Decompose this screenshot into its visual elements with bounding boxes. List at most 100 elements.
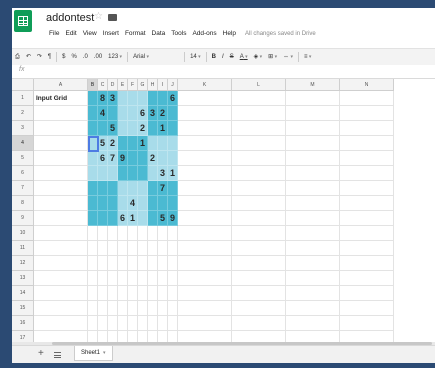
cell[interactable] — [286, 301, 340, 316]
cell[interactable] — [138, 241, 148, 256]
cell[interactable] — [108, 241, 118, 256]
text-color-button[interactable]: A — [237, 49, 251, 65]
sudoku-cell[interactable]: 3 — [108, 91, 118, 106]
cell[interactable] — [232, 136, 286, 151]
row-header-5[interactable]: 5 — [12, 151, 34, 166]
fill-color-icon[interactable]: ◈ — [251, 49, 266, 65]
cell[interactable] — [88, 241, 98, 256]
sudoku-cell[interactable] — [128, 91, 138, 106]
row-header-1[interactable]: 1 — [12, 91, 34, 106]
sudoku-cell[interactable] — [158, 151, 168, 166]
cell[interactable] — [98, 301, 108, 316]
cell[interactable] — [286, 91, 340, 106]
cell[interactable] — [178, 121, 232, 136]
cell[interactable] — [232, 316, 286, 331]
cell[interactable] — [88, 271, 98, 286]
sheet-tab[interactable]: Sheet1 ▾ — [74, 346, 113, 361]
sudoku-cell[interactable]: 5 — [108, 121, 118, 136]
cell[interactable] — [108, 286, 118, 301]
cell[interactable] — [340, 151, 394, 166]
column-header-e[interactable]: E — [118, 79, 128, 91]
row-header-13[interactable]: 13 — [12, 271, 34, 286]
sudoku-cell[interactable] — [128, 181, 138, 196]
cell[interactable] — [340, 91, 394, 106]
row-header-12[interactable]: 12 — [12, 256, 34, 271]
sudoku-cell[interactable] — [168, 136, 178, 151]
sudoku-cell[interactable]: 2 — [108, 136, 118, 151]
cell[interactable] — [128, 301, 138, 316]
cell[interactable] — [88, 286, 98, 301]
sudoku-cell[interactable]: 5 — [98, 136, 108, 151]
sudoku-cell[interactable] — [148, 211, 158, 226]
sudoku-cell[interactable] — [128, 121, 138, 136]
sudoku-cell[interactable] — [88, 151, 98, 166]
sudoku-cell[interactable]: 6 — [118, 211, 128, 226]
sudoku-cell[interactable] — [118, 136, 128, 151]
column-header-f[interactable]: F — [128, 79, 138, 91]
sudoku-cell[interactable] — [88, 211, 98, 226]
cell[interactable] — [168, 271, 178, 286]
sudoku-cell[interactable]: 5 — [158, 211, 168, 226]
sudoku-cell[interactable]: 7 — [158, 181, 168, 196]
cell[interactable] — [34, 196, 88, 211]
column-header-h[interactable]: H — [148, 79, 158, 91]
column-header-n[interactable]: N — [340, 79, 394, 91]
column-header-d[interactable]: D — [108, 79, 118, 91]
cell[interactable] — [148, 256, 158, 271]
sudoku-cell[interactable] — [158, 196, 168, 211]
sudoku-cell[interactable]: 4 — [98, 106, 108, 121]
cell[interactable] — [34, 301, 88, 316]
sudoku-cell[interactable]: 4 — [128, 196, 138, 211]
cell[interactable] — [34, 226, 88, 241]
cell[interactable] — [98, 256, 108, 271]
column-header-c[interactable]: C — [98, 79, 108, 91]
strikethrough-button[interactable]: S — [227, 49, 237, 65]
sudoku-cell[interactable] — [88, 91, 98, 106]
sudoku-cell[interactable] — [88, 181, 98, 196]
cell[interactable] — [232, 271, 286, 286]
cell[interactable] — [34, 121, 88, 136]
cell[interactable] — [178, 241, 232, 256]
sudoku-cell[interactable]: 9 — [168, 211, 178, 226]
sudoku-cell[interactable] — [118, 91, 128, 106]
sudoku-cell[interactable] — [88, 121, 98, 136]
cell[interactable] — [178, 211, 232, 226]
cell[interactable] — [148, 271, 158, 286]
row-header-10[interactable]: 10 — [12, 226, 34, 241]
sudoku-cell[interactable] — [138, 166, 148, 181]
cell[interactable] — [148, 241, 158, 256]
save-status[interactable]: All changes saved in Drive — [239, 28, 316, 40]
cell[interactable] — [34, 106, 88, 121]
cell[interactable] — [88, 301, 98, 316]
row-header-3[interactable]: 3 — [12, 121, 34, 136]
sudoku-cell[interactable]: 1 — [168, 166, 178, 181]
cell[interactable] — [34, 166, 88, 181]
cell[interactable] — [138, 301, 148, 316]
cell[interactable] — [232, 166, 286, 181]
cell[interactable] — [128, 316, 138, 331]
cell[interactable] — [34, 286, 88, 301]
menu-edit[interactable]: Edit — [62, 28, 79, 40]
cell[interactable] — [340, 166, 394, 181]
cell[interactable] — [98, 316, 108, 331]
cell[interactable] — [34, 316, 88, 331]
cell[interactable] — [118, 241, 128, 256]
cell[interactable] — [108, 301, 118, 316]
sudoku-cell[interactable] — [108, 166, 118, 181]
sheets-logo-icon[interactable] — [14, 10, 32, 32]
sudoku-cell[interactable] — [138, 181, 148, 196]
cell[interactable] — [118, 286, 128, 301]
cell[interactable] — [138, 286, 148, 301]
cell[interactable] — [158, 316, 168, 331]
sudoku-cell[interactable] — [148, 136, 158, 151]
sudoku-cell[interactable] — [148, 121, 158, 136]
sudoku-cell[interactable] — [98, 166, 108, 181]
cell[interactable] — [128, 241, 138, 256]
cell[interactable] — [118, 316, 128, 331]
sudoku-cell[interactable] — [88, 196, 98, 211]
row-header-7[interactable]: 7 — [12, 181, 34, 196]
cell[interactable] — [98, 286, 108, 301]
menu-format[interactable]: Format — [122, 28, 149, 40]
sudoku-cell[interactable] — [118, 181, 128, 196]
cell[interactable] — [340, 121, 394, 136]
